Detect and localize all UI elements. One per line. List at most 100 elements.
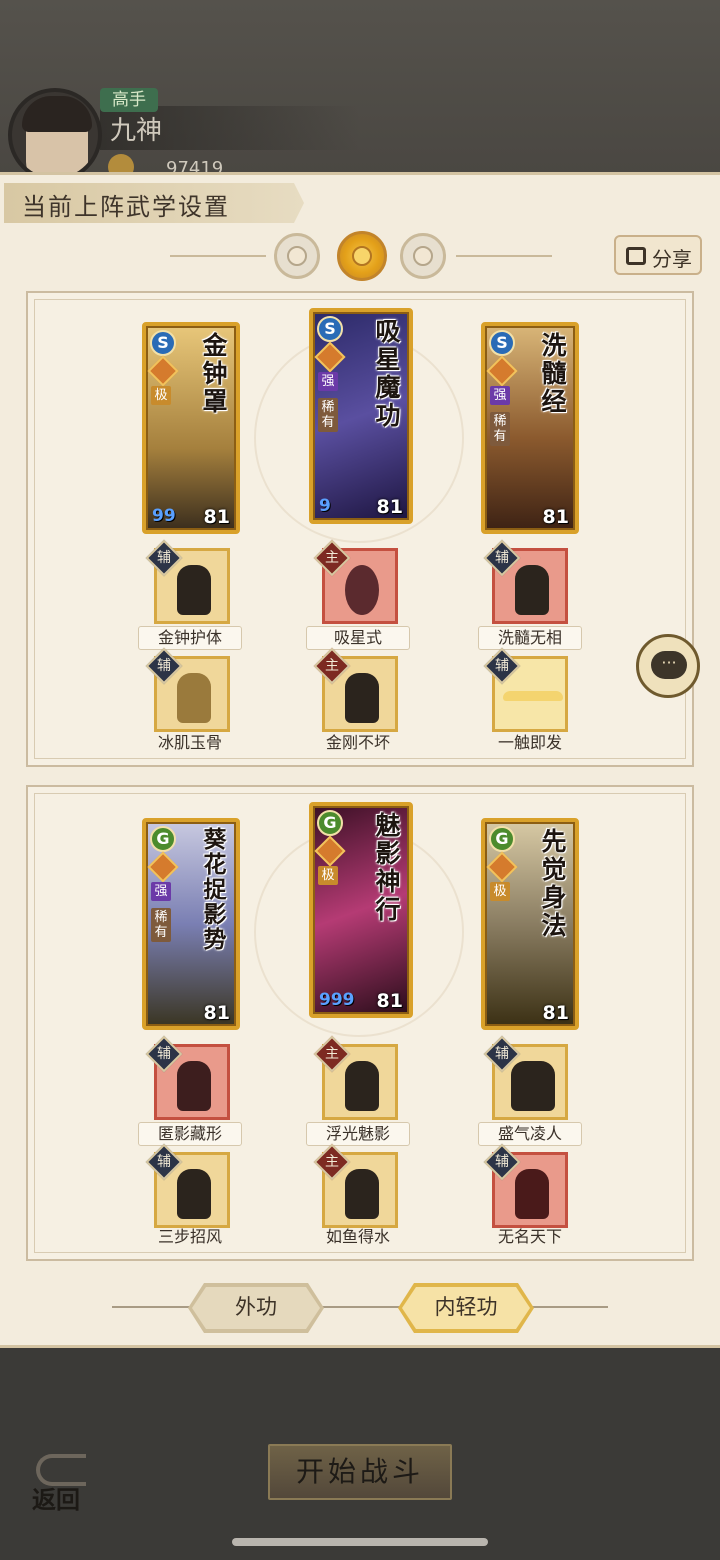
skill-icon-wumingtianxia[interactable]: 辅 xyxy=(483,1143,568,1228)
skill-icon-yichujifa[interactable]: 辅 xyxy=(483,647,568,732)
grade-badge: 极 xyxy=(318,866,338,885)
martial-card-meiyingshenxing[interactable]: G 极 魅影神行 999 81 xyxy=(309,802,413,1018)
eclipse-mode-button[interactable] xyxy=(400,233,446,279)
skill-icon-jingangbuhuai[interactable]: 主 xyxy=(313,647,398,732)
skill-label: 三步招风 xyxy=(157,1227,222,1246)
card-level: 81 xyxy=(203,1002,230,1024)
skill-figure-icon xyxy=(177,1061,211,1111)
skill-figure-icon xyxy=(515,1169,549,1219)
martial-card-xisuijing[interactable]: S 强 稀有 洗髓经 81 xyxy=(481,322,579,534)
back-button[interactable]: 返回 xyxy=(28,1450,98,1514)
skill-icon-sanbuzhaofeng[interactable]: 辅 xyxy=(145,1143,230,1228)
tab-waigong[interactable]: 外功 xyxy=(192,1287,320,1329)
skill-icon-ruyudeshui[interactable]: 主 xyxy=(313,1143,398,1228)
start-battle-button[interactable]: 开始战斗 xyxy=(268,1444,452,1500)
skill-figure-icon xyxy=(177,1169,211,1219)
card-title: 吸星魔功 xyxy=(375,317,401,430)
skill-icon-jinzhonghuti[interactable]: 辅 xyxy=(145,539,230,624)
share-button[interactable]: 分享 xyxy=(614,235,702,275)
card-title: 金钟罩 xyxy=(202,331,228,416)
avatar-hair xyxy=(22,96,92,132)
grade-badge: 强 xyxy=(151,882,171,901)
skill-figure-icon xyxy=(515,565,549,615)
martial-card-kuihuazhuoyingshi[interactable]: G 强 稀有 葵花捉影势 81 xyxy=(142,818,240,1030)
gem-icon xyxy=(314,341,346,373)
skill-figure-icon xyxy=(345,1061,379,1111)
share-icon xyxy=(626,247,646,265)
skill-icon-shengqilingren[interactable]: 辅 xyxy=(483,1035,568,1120)
rarity-badge: 稀有 xyxy=(490,412,510,446)
card-title: 先觉身法 xyxy=(541,827,567,940)
skill-type-icon: S xyxy=(150,330,176,356)
rank-tag: 高手 xyxy=(100,88,158,112)
drop-icons: 99 xyxy=(152,506,176,526)
home-indicator[interactable] xyxy=(232,1538,488,1546)
skill-icon-xixingshi[interactable]: 主 xyxy=(313,539,398,624)
card-level: 81 xyxy=(542,1002,569,1024)
card-level: 81 xyxy=(542,506,569,528)
tab-neiqinggong[interactable]: 内轻功 xyxy=(402,1287,530,1329)
skill-type-icon: G xyxy=(489,826,515,852)
card-level: 81 xyxy=(203,506,230,528)
skill-icon-xisuiwuxiang[interactable]: 辅 xyxy=(483,539,568,624)
card-title: 葵花捉影势 xyxy=(203,827,227,953)
martial-card-jinzhongzhao[interactable]: S 极 金钟罩 99 81 xyxy=(142,322,240,534)
gem-icon xyxy=(486,851,518,883)
skill-figure-icon xyxy=(177,565,211,615)
mode-divider-left xyxy=(170,255,266,257)
moon-mode-button[interactable] xyxy=(274,233,320,279)
grade-badge: 强 xyxy=(318,372,338,391)
card-title: 魅影神行 xyxy=(375,811,401,924)
rarity-badge: 稀有 xyxy=(151,908,171,942)
skill-figure-icon xyxy=(511,1061,555,1111)
skill-figure-icon xyxy=(345,1169,379,1219)
rarity-badge: 稀有 xyxy=(318,398,338,432)
martial-card-xixingmogong[interactable]: S 强 稀有 吸星魔功 9 81 xyxy=(309,308,413,524)
grade-badge: 强 xyxy=(490,386,510,405)
mode-divider-right xyxy=(456,255,552,257)
card-level: 81 xyxy=(376,496,403,518)
chat-button[interactable]: ··· xyxy=(636,634,700,698)
skill-figure-icon xyxy=(345,673,379,723)
share-label: 分享 xyxy=(652,247,692,271)
back-label: 返回 xyxy=(32,1486,80,1514)
player-name: 九神 xyxy=(110,116,163,146)
skill-label: 浮光魅影 xyxy=(306,1122,410,1146)
skill-figure-icon xyxy=(345,565,379,615)
drop-icons: 9 xyxy=(319,496,331,516)
skill-icon-bingjiyugu[interactable]: 辅 xyxy=(145,647,230,732)
gem-icon xyxy=(314,835,346,867)
skill-label: 盛气凌人 xyxy=(478,1122,582,1146)
chat-bubble-icon: ··· xyxy=(651,651,687,679)
skill-label: 如鱼得水 xyxy=(325,1227,390,1246)
skill-label: 金钟护体 xyxy=(138,626,242,650)
skill-figure-icon xyxy=(503,691,563,701)
gem-icon xyxy=(147,851,179,883)
skill-type-icon: G xyxy=(150,826,176,852)
skill-label: 无名天下 xyxy=(497,1227,562,1246)
avatar[interactable] xyxy=(8,88,102,182)
skill-label: 一触即发 xyxy=(497,733,562,752)
skill-type-icon: S xyxy=(317,316,343,342)
skill-label: 洗髓无相 xyxy=(478,626,582,650)
skill-icon-fuguangmeiying[interactable]: 主 xyxy=(313,1035,398,1120)
moon-icon xyxy=(287,246,307,266)
skill-label: 吸星式 xyxy=(306,626,410,650)
skill-type-icon: G xyxy=(317,810,343,836)
gem-icon xyxy=(486,355,518,387)
skill-type-icon: S xyxy=(489,330,515,356)
panel-title: 当前上阵武学设置 xyxy=(22,193,230,221)
skill-label: 金刚不坏 xyxy=(325,733,390,752)
skill-figure-icon xyxy=(177,673,211,723)
martial-card-xianjueshenfa[interactable]: G 极 先觉身法 81 xyxy=(481,818,579,1030)
eclipse-icon xyxy=(413,246,433,266)
drop-icons: 999 xyxy=(319,990,355,1010)
skill-label: 匿影藏形 xyxy=(138,1122,242,1146)
sun-mode-button[interactable] xyxy=(337,231,387,281)
grade-badge: 极 xyxy=(490,882,510,901)
gem-icon xyxy=(147,355,179,387)
grade-badge: 极 xyxy=(151,386,171,405)
sun-icon xyxy=(352,246,372,266)
skill-icon-niyingcangxing[interactable]: 辅 xyxy=(145,1035,230,1120)
card-title: 洗髓经 xyxy=(541,331,567,416)
